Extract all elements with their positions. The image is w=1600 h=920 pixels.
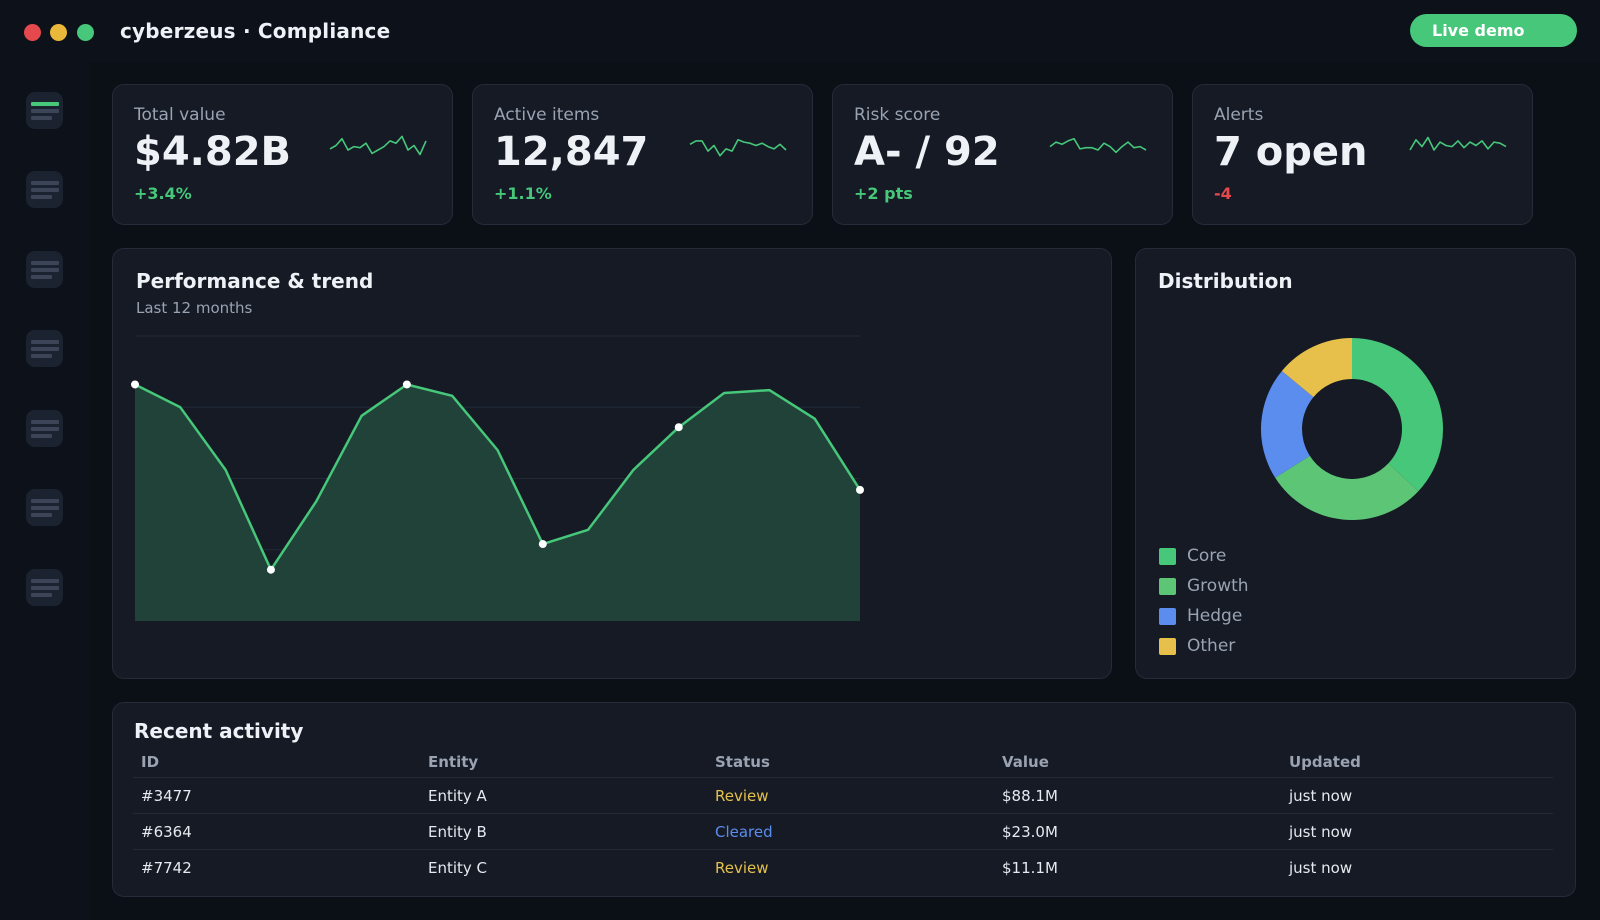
menu-icon — [31, 340, 59, 344]
distribution-donut-chart — [1261, 338, 1443, 520]
app-title: cyberzeus · Compliance — [120, 19, 391, 43]
menu-icon — [31, 579, 59, 583]
legend-swatch — [1159, 638, 1176, 655]
kpi-delta: +2 pts — [854, 184, 913, 203]
sidebar — [0, 62, 90, 920]
sparkline-chart — [1049, 137, 1147, 154]
legend-swatch — [1159, 548, 1176, 565]
kpi-value: 7 open — [1214, 129, 1368, 175]
column-header-value[interactable]: Value — [1002, 753, 1049, 771]
data-point[interactable] — [266, 565, 275, 574]
sparkline — [1409, 136, 1507, 151]
menu-icon — [31, 499, 59, 503]
column-header-entity[interactable]: Entity — [428, 753, 478, 771]
legend-swatch — [1159, 608, 1176, 625]
cell-id: #3477 — [141, 787, 192, 805]
cell-id: #6364 — [141, 823, 192, 841]
kpi-label: Active items — [494, 105, 600, 125]
table-row[interactable]: #6364 Entity B Cleared $23.0M just now — [133, 814, 1553, 850]
kpi-delta: -4 — [1214, 184, 1232, 203]
table-header-row: ID Entity Status Value Updated — [133, 748, 1553, 778]
minimize-window-button[interactable] — [50, 24, 67, 41]
cell-id: #7742 — [141, 859, 192, 877]
donut-slice-core[interactable] — [1352, 338, 1443, 492]
menu-icon — [31, 420, 59, 424]
cell-updated: just now — [1289, 859, 1353, 877]
legend-label: Other — [1187, 636, 1236, 656]
kpi-label: Alerts — [1214, 105, 1264, 125]
data-point[interactable] — [856, 485, 864, 494]
recent-activity-card: Recent activity ID Entity Status Value U… — [112, 702, 1576, 897]
cell-status: Cleared — [715, 823, 773, 841]
cell-entity: Entity C — [428, 859, 488, 877]
sparkline — [1049, 137, 1147, 154]
live-demo-button[interactable]: Live demo — [1410, 14, 1577, 47]
legend-swatch — [1159, 578, 1176, 595]
sparkline — [689, 139, 787, 157]
data-point[interactable] — [131, 380, 139, 389]
cell-entity: Entity B — [428, 823, 487, 841]
table-row[interactable]: #3477 Entity A Review $88.1M just now — [133, 778, 1553, 814]
legend-label: Hedge — [1187, 606, 1243, 626]
cell-value: $88.1M — [1002, 787, 1058, 805]
cell-status: Review — [715, 859, 769, 877]
area-fill — [135, 384, 860, 621]
performance-area-chart — [131, 335, 864, 621]
recent-activity-title: Recent activity — [134, 719, 304, 743]
kpi-delta: +3.4% — [134, 184, 192, 203]
kpi-card-alerts: Alerts 7 open -4 — [1192, 84, 1533, 225]
column-header-id[interactable]: ID — [141, 753, 159, 771]
sparkline-chart — [329, 135, 427, 156]
close-window-button[interactable] — [24, 24, 41, 41]
legend-label: Growth — [1187, 576, 1249, 596]
kpi-delta: +1.1% — [494, 184, 552, 203]
sparkline-chart — [689, 139, 787, 157]
data-point[interactable] — [674, 423, 683, 432]
sidebar-item-5[interactable] — [26, 410, 63, 447]
menu-icon — [31, 181, 59, 185]
column-header-status[interactable]: Status — [715, 753, 770, 771]
cell-updated: just now — [1289, 823, 1353, 841]
kpi-card-total-value: Total value $4.82B +3.4% — [112, 84, 453, 225]
sparkline-chart — [1409, 136, 1507, 151]
sidebar-item-2[interactable] — [26, 171, 63, 208]
sparkline — [329, 135, 427, 156]
sidebar-item-6[interactable] — [26, 489, 63, 526]
kpi-card-active-items: Active items 12,847 +1.1% — [472, 84, 813, 225]
menu-icon — [31, 261, 59, 265]
legend-label: Core — [1187, 546, 1227, 566]
cell-entity: Entity A — [428, 787, 487, 805]
column-header-updated[interactable]: Updated — [1289, 753, 1361, 771]
cell-value: $23.0M — [1002, 823, 1058, 841]
kpi-value: A- / 92 — [854, 129, 1000, 175]
kpi-label: Risk score — [854, 105, 941, 125]
cell-value: $11.1M — [1002, 859, 1058, 877]
cell-status: Review — [715, 787, 769, 805]
sidebar-item-4[interactable] — [26, 330, 63, 367]
performance-card: Performance & trend Last 12 months — [112, 248, 1112, 679]
sidebar-item-3[interactable] — [26, 251, 63, 288]
title-bar: cyberzeus · Compliance Live demo — [0, 0, 1600, 62]
table-row[interactable]: #7742 Entity C Review $11.1M just now — [133, 850, 1553, 886]
maximize-window-button[interactable] — [77, 24, 94, 41]
kpi-value: 12,847 — [494, 129, 649, 175]
data-point[interactable] — [402, 380, 411, 389]
kpi-label: Total value — [134, 105, 226, 125]
data-point[interactable] — [538, 540, 547, 549]
sidebar-item-1[interactable] — [26, 92, 63, 129]
kpi-card-risk-score: Risk score A- / 92 +2 pts — [832, 84, 1173, 225]
distribution-card: Distribution Core Growth Hedge Other — [1135, 248, 1576, 679]
cell-updated: just now — [1289, 787, 1353, 805]
sidebar-item-7[interactable] — [26, 569, 63, 606]
kpi-value: $4.82B — [134, 129, 292, 175]
menu-icon — [31, 102, 59, 106]
activity-table: ID Entity Status Value Updated #3477 Ent… — [133, 748, 1553, 886]
